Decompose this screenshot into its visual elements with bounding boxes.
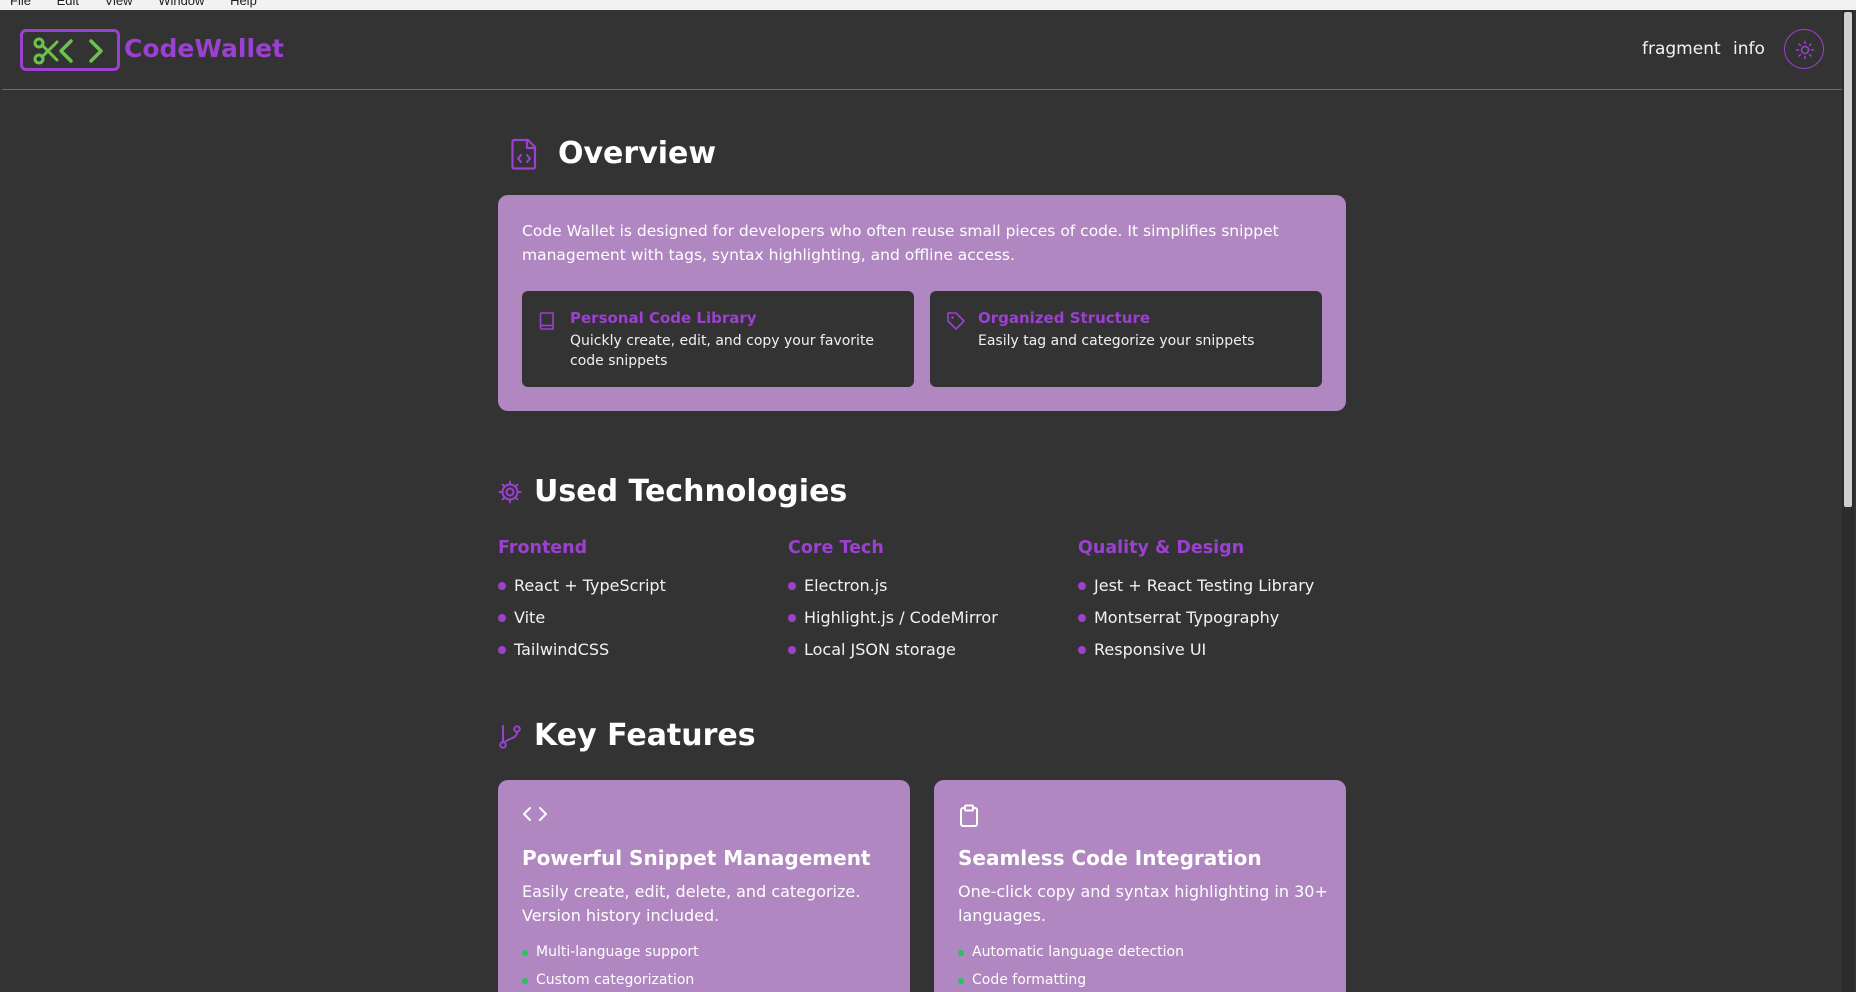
feature-card-snippet: Powerful Snippet Management Easily creat…: [498, 780, 910, 992]
personal-library-desc: Quickly create, edit, and copy your favo…: [570, 333, 875, 369]
organized-structure-card: Organized Structure Easily tag and categ…: [930, 291, 1322, 387]
tech-item: Local JSON storage: [788, 640, 1068, 672]
feature-card-integration: Seamless Code Integration One-click copy…: [934, 780, 1346, 992]
feature-list-item: Code formatting: [958, 972, 1184, 992]
theme-toggle-button[interactable]: [1784, 29, 1824, 69]
tech-item: Highlight.js / CodeMirror: [788, 608, 1068, 640]
tech-item: React + TypeScript: [498, 576, 778, 608]
overview-card: Code Wallet is designed for developers w…: [498, 195, 1346, 411]
book-icon: [539, 312, 554, 330]
organized-structure-title: Organized Structure: [978, 309, 1151, 327]
personal-library-title: Personal Code Library: [570, 309, 757, 327]
feature-title: Seamless Code Integration: [958, 846, 1262, 870]
file-code-icon: [511, 138, 537, 170]
overview-title: Overview: [558, 136, 717, 171]
scrollbar-thumb[interactable]: [1844, 12, 1852, 507]
feature-list-item: Automatic language detection: [958, 944, 1184, 972]
tech-item: TailwindCSS: [498, 640, 778, 672]
feature-description: Easily create, edit, delete, and categor…: [522, 882, 861, 925]
feature-list-item: Custom categorization: [522, 972, 699, 992]
personal-library-card: Personal Code Library Quickly create, ed…: [522, 291, 914, 387]
organized-structure-desc: Easily tag and categorize your snippets: [978, 333, 1255, 349]
sun-icon: [1795, 40, 1815, 60]
menu-help[interactable]: Help: [230, 0, 257, 8]
gear-icon: [498, 480, 522, 504]
tech-item: Jest + React Testing Library: [1078, 576, 1358, 608]
feature-list: Multi-language support Custom categoriza…: [522, 944, 699, 992]
logo-scissors-code-icon: [33, 37, 103, 65]
menu-bar: File Edit View Window Help: [0, 0, 1856, 10]
nav-fragment[interactable]: fragment: [1642, 39, 1721, 59]
tag-icon: [947, 312, 965, 330]
menu-edit[interactable]: Edit: [57, 0, 79, 8]
overview-description: Code Wallet is designed for developers w…: [522, 222, 1279, 264]
git-branch-icon: [499, 725, 521, 749]
vertical-scrollbar[interactable]: [1842, 10, 1854, 992]
tech-item: Montserrat Typography: [1078, 608, 1358, 640]
tech-item: Vite: [498, 608, 778, 640]
tech-column-title: Frontend: [498, 538, 588, 558]
feature-list-item: Multi-language support: [522, 944, 699, 972]
technologies-title: Used Technologies: [534, 474, 848, 509]
clipboard-icon: [960, 804, 978, 827]
tech-column-quality: Quality & Design Jest + React Testing Li…: [1078, 538, 1358, 672]
code-icon: [523, 807, 547, 821]
tech-column-core: Core Tech Electron.js Highlight.js / Cod…: [788, 538, 1068, 672]
feature-list: Automatic language detection Code format…: [958, 944, 1184, 992]
tech-column-frontend: Frontend React + TypeScript Vite Tailwin…: [498, 538, 778, 672]
header: CodeWallet fragment info: [2, 10, 1842, 90]
feature-description: One-click copy and syntax highlighting i…: [958, 882, 1328, 925]
tech-item: Responsive UI: [1078, 640, 1358, 672]
tech-column-title: Quality & Design: [1078, 538, 1245, 558]
features-title: Key Features: [534, 718, 756, 753]
logo[interactable]: [20, 29, 120, 71]
tech-column-title: Core Tech: [788, 538, 884, 558]
nav-info[interactable]: info: [1733, 39, 1765, 59]
app-name: CodeWallet: [124, 34, 284, 63]
feature-title: Powerful Snippet Management: [522, 846, 871, 870]
menu-window[interactable]: Window: [158, 0, 204, 8]
tech-item: Electron.js: [788, 576, 1068, 608]
menu-view[interactable]: View: [105, 0, 133, 8]
app-window: CodeWallet fragment info Overview Code W…: [2, 10, 1854, 992]
menu-file[interactable]: File: [10, 0, 31, 8]
